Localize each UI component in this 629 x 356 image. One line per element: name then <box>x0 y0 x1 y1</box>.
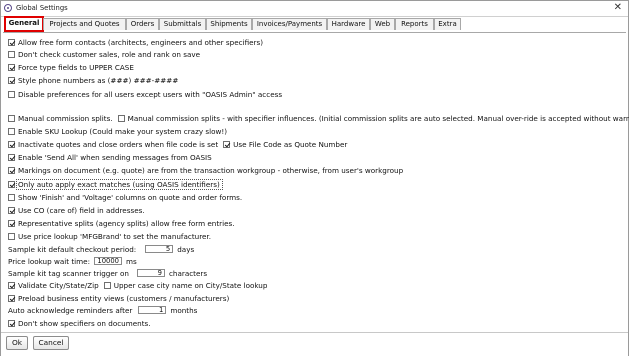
price-lookup-wait-unit: ms <box>126 256 137 266</box>
title-bar: Global Settings ✕ <box>1 1 628 17</box>
sample-kit-checkout-label: Sample kit default checkout period: <box>8 244 137 254</box>
setting-force-upper-case: Force type fields to UPPER CASE <box>8 62 134 72</box>
force-upper-case-checkbox[interactable] <box>8 63 15 71</box>
dont-check-customer-sales-label: Don't check customer sales, role and ran… <box>18 49 201 59</box>
dont-check-customer-sales-checkbox[interactable] <box>8 50 15 58</box>
allow-free-form-label: Allow free form contacts (architects, en… <box>18 37 264 47</box>
setting-preload-business: Preload business entity views (customers… <box>8 293 229 303</box>
sample-kit-checkout-unit: days <box>177 244 195 254</box>
validate-city-checkbox[interactable] <box>8 281 15 289</box>
setting-disable-preferences: Disable preferences for all users except… <box>8 89 282 99</box>
price-lookup-wait-input[interactable]: 10000 <box>94 257 122 265</box>
auto-acknowledge-unit: months <box>170 305 198 315</box>
auto-acknowledge-label: Auto acknowledge reminders after <box>8 305 133 315</box>
markings-on-document-label: Markings on document (e.g. quote) are fr… <box>18 165 404 175</box>
show-finish-voltage-label: Show 'Finish' and 'Voltage' columns on q… <box>18 192 243 202</box>
sample-kit-checkout-input[interactable]: 5 <box>145 245 174 253</box>
use-co-field-checkbox[interactable] <box>8 206 15 214</box>
setting-dont-check-customer-sales: Don't check customer sales, role and ran… <box>8 49 200 59</box>
use-price-lookup-checkbox[interactable] <box>8 232 15 240</box>
button-bar: Ok Cancel <box>1 332 628 356</box>
manual-commission-specifier-label: Manual commission splits - with specifie… <box>127 113 629 123</box>
tab-general[interactable]: General <box>4 16 44 32</box>
only-auto-apply-checkbox[interactable] <box>8 180 15 188</box>
use-file-code-label: Use File Code as Quote Number <box>233 139 348 149</box>
tab-strip: General Projects and Quotes Orders Submi… <box>3 16 626 33</box>
setting-use-co-field: Use CO (care of) field in addresses. <box>8 205 145 215</box>
style-phone-checkbox[interactable] <box>8 76 15 84</box>
cancel-button[interactable]: Cancel <box>33 336 69 350</box>
disable-preferences-checkbox[interactable] <box>8 90 15 98</box>
setting-enable-send-all: Enable 'Send All' when sending messages … <box>8 152 212 162</box>
app-logo-icon <box>4 4 12 12</box>
setting-use-price-lookup: Use price lookup 'MFGBrand' to set the m… <box>8 231 211 241</box>
markings-on-document-checkbox[interactable] <box>8 166 15 174</box>
close-icon[interactable]: ✕ <box>614 2 622 14</box>
price-lookup-wait-label: Price lookup wait time: <box>8 256 90 266</box>
setting-markings-on-document: Markings on document (e.g. quote) are fr… <box>8 165 403 175</box>
auto-acknowledge-input[interactable]: 1 <box>138 306 167 314</box>
sample-kit-scanner-unit: characters <box>168 268 208 278</box>
tab-reports[interactable]: Reports <box>395 18 434 30</box>
tab-invoices-payments[interactable]: Invoices/Payments <box>252 18 327 30</box>
global-settings-window: Global Settings ✕ General Projects and Q… <box>0 0 629 356</box>
use-price-lookup-label: Use price lookup 'MFGBrand' to set the m… <box>18 231 211 241</box>
upper-case-city-label: Upper case city name on City/State looku… <box>113 280 268 290</box>
tab-extra[interactable]: Extra <box>434 18 461 30</box>
representative-splits-checkbox[interactable] <box>8 219 15 227</box>
preload-business-label: Preload business entity views (customers… <box>18 293 230 303</box>
setting-dont-show-specifiers: Don't show specifiers on documents. <box>8 318 151 328</box>
use-co-field-label: Use CO (care of) field in addresses. <box>18 205 145 215</box>
manual-commission-label: Manual commission splits. <box>18 113 113 123</box>
setting-enable-sku-lookup: Enable SKU Lookup (Could make your syste… <box>8 126 227 136</box>
representative-splits-label: Representative splits (agency splits) al… <box>18 218 235 228</box>
style-phone-label: Style phone numbers as (###) ###-#### <box>18 75 179 85</box>
show-finish-voltage-checkbox[interactable] <box>8 193 15 201</box>
tab-submittals[interactable]: Submittals <box>159 18 206 30</box>
setting-validate-city: Validate City/State/Zip Upper case city … <box>8 280 267 290</box>
only-auto-apply-label: Only auto apply exact matches (using OAS… <box>16 178 223 190</box>
force-upper-case-label: Force type fields to UPPER CASE <box>18 62 134 72</box>
disable-preferences-label: Disable preferences for all users except… <box>18 89 283 99</box>
enable-send-all-label: Enable 'Send All' when sending messages … <box>18 152 212 162</box>
setting-representative-splits: Representative splits (agency splits) al… <box>8 218 235 228</box>
tab-web[interactable]: Web <box>370 18 395 30</box>
setting-sample-kit-scanner: Sample kit tag scanner trigger on 9 char… <box>8 268 207 278</box>
setting-manual-commission: Manual commission splits. Manual commiss… <box>8 113 629 123</box>
tab-hardware[interactable]: Hardware <box>327 18 370 30</box>
setting-price-lookup-wait: Price lookup wait time: 10000 ms <box>8 256 137 266</box>
inactivate-quotes-checkbox[interactable] <box>8 140 15 148</box>
enable-sku-lookup-label: Enable SKU Lookup (Could make your syste… <box>18 126 228 136</box>
setting-allow-free-form: Allow free form contacts (architects, en… <box>8 37 263 47</box>
general-settings-panel: Allow free form contacts (architects, en… <box>3 33 629 331</box>
dont-show-specifiers-label: Don't show specifiers on documents. <box>18 318 151 328</box>
inactivate-quotes-label: Inactivate quotes and close orders when … <box>18 139 219 149</box>
sample-kit-scanner-input[interactable]: 9 <box>136 269 165 277</box>
setting-style-phone: Style phone numbers as (###) ###-#### <box>8 75 178 85</box>
validate-city-label: Validate City/State/Zip <box>18 280 99 290</box>
setting-sample-kit-checkout: Sample kit default checkout period: 5 da… <box>8 244 194 254</box>
tab-orders[interactable]: Orders <box>126 18 159 30</box>
upper-case-city-checkbox[interactable] <box>103 281 111 289</box>
setting-show-finish-voltage: Show 'Finish' and 'Voltage' columns on q… <box>8 192 242 202</box>
setting-only-auto-apply: Only auto apply exact matches (using OAS… <box>8 178 223 190</box>
use-file-code-checkbox[interactable] <box>223 140 231 148</box>
ok-button[interactable]: Ok <box>6 336 28 350</box>
setting-auto-acknowledge: Auto acknowledge reminders after 1 month… <box>8 305 197 315</box>
allow-free-form-checkbox[interactable] <box>8 38 15 46</box>
dont-show-specifiers-checkbox[interactable] <box>8 319 15 327</box>
manual-commission-checkbox[interactable] <box>8 114 15 122</box>
tab-projects-and-quotes[interactable]: Projects and Quotes <box>43 18 126 30</box>
preload-business-checkbox[interactable] <box>8 294 15 302</box>
setting-inactivate-quotes: Inactivate quotes and close orders when … <box>8 139 347 149</box>
manual-commission-specifier-checkbox[interactable] <box>117 114 125 122</box>
sample-kit-scanner-label: Sample kit tag scanner trigger on <box>8 268 129 278</box>
enable-send-all-checkbox[interactable] <box>8 153 15 161</box>
enable-sku-lookup-checkbox[interactable] <box>8 127 15 135</box>
tab-shipments[interactable]: Shipments <box>206 18 252 30</box>
window-title: Global Settings <box>16 4 68 12</box>
